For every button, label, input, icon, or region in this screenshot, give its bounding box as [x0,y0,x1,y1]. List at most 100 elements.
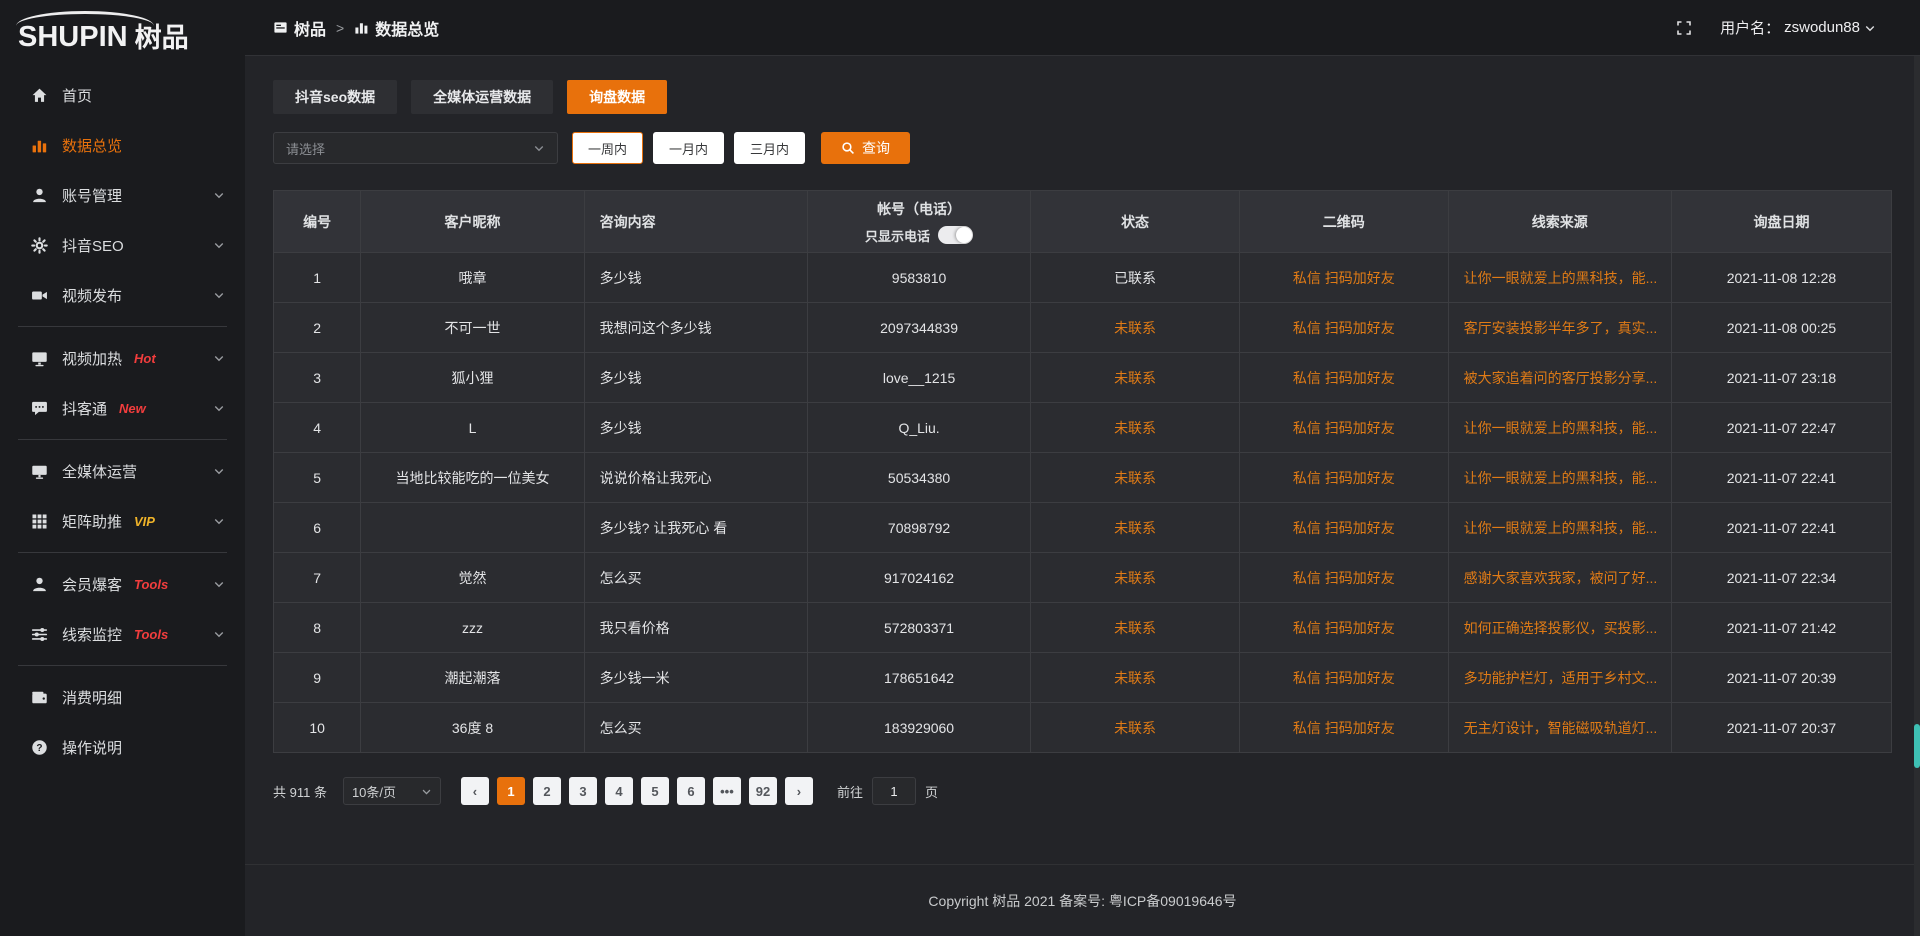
sidebar-item-label: 线索监控 [62,624,122,645]
sidebar-item-spending-details[interactable]: 消费明细 [0,672,245,722]
scrollbar-track[interactable] [1914,56,1920,936]
cell-account: love__1215 [807,353,1030,403]
source-link[interactable]: 让你一眼就爱上的黑科技，能... [1448,453,1671,503]
cell-content: 我只看价格 [584,603,807,653]
qr-links[interactable]: 私信 扫码加好友 [1239,653,1448,703]
sidebar-item-label: 会员爆客 [62,574,122,595]
qr-links[interactable]: 私信 扫码加好友 [1239,303,1448,353]
app: SHUPIN 树品 首页 数据总览 账号管理 [0,0,1920,936]
cell-content: 怎么买 [584,703,807,753]
source-link[interactable]: 被大家追着问的客厅投影分享... [1448,353,1671,403]
sidebar-item-douyin-seo[interactable]: 抖音SEO [0,220,245,270]
cell-date: 2021-11-07 20:39 [1671,653,1891,703]
sidebar-item-omnimedia[interactable]: 全媒体运营 [0,446,245,496]
sidebar-item-home[interactable]: 首页 [0,70,245,120]
more-pages-button[interactable]: ••• [713,777,741,805]
qr-links[interactable]: 私信 扫码加好友 [1239,403,1448,453]
board-icon [273,20,288,35]
source-link[interactable]: 让你一眼就爱上的黑科技，能... [1448,253,1671,303]
qr-links[interactable]: 私信 扫码加好友 [1239,453,1448,503]
qr-links[interactable]: 私信 扫码加好友 [1239,703,1448,753]
source-link[interactable]: 让你一眼就爱上的黑科技，能... [1448,403,1671,453]
page-button-2[interactable]: 2 [533,777,561,805]
search-button-label: 查询 [862,138,890,158]
sidebar-item-account-management[interactable]: 账号管理 [0,170,245,220]
user-icon [30,186,48,204]
sidebar-item-matrix-boost[interactable]: 矩阵助推 VIP [0,496,245,546]
period-one-week-button[interactable]: 一周内 [572,132,643,164]
qr-links[interactable]: 私信 扫码加好友 [1239,503,1448,553]
cell-date: 2021-11-08 12:28 [1671,253,1891,303]
filter-select[interactable]: 请选择 [273,132,558,164]
col-status: 状态 [1031,191,1240,253]
home-icon [30,86,48,104]
table-header-row: 编号 客户昵称 咨询内容 帐号（电话） 只显示电话 状态 [274,191,1892,253]
table-row: 1 哦章 多少钱 9583810 已联系 私信 扫码加好友 让你一眼就爱上的黑科… [274,253,1892,303]
period-one-month-button[interactable]: 一月内 [653,132,724,164]
cell-content: 说说价格让我死心 [584,453,807,503]
col-source: 线索来源 [1448,191,1671,253]
breadcrumb-label: 数据总览 [375,16,439,40]
status-badge: 未联系 [1031,603,1240,653]
qr-links[interactable]: 私信 扫码加好友 [1239,553,1448,603]
period-three-months-button[interactable]: 三月内 [734,132,805,164]
table-row: 9 潮起潮落 多少钱一米 178651642 未联系 私信 扫码加好友 多功能护… [274,653,1892,703]
filter-bar: 请选择 一周内 一月内 三月内 查询 [273,132,1892,164]
sidebar-item-douketong[interactable]: 抖客通 New [0,383,245,433]
sidebar-item-lead-monitor[interactable]: 线索监控 Tools [0,609,245,659]
phone-only-toggle[interactable] [938,226,973,244]
chevron-down-icon [213,465,225,477]
page-size-select[interactable]: 10条/页 [343,777,441,805]
breadcrumb-home[interactable]: 树品 [273,16,326,40]
col-date: 询盘日期 [1671,191,1891,253]
sidebar-item-video-publish[interactable]: 视频发布 [0,270,245,320]
username-dropdown[interactable]: 用户名： zswodun88 [1720,17,1876,38]
screen-icon [30,349,48,367]
sidebar-divider [18,665,227,666]
inquiry-table: 编号 客户昵称 咨询内容 帐号（电话） 只显示电话 状态 [273,190,1892,753]
cell-content: 我想问这个多少钱 [584,303,807,353]
page-button-92[interactable]: 92 [749,777,777,805]
goto-label: 前往 [837,782,863,801]
source-link[interactable]: 让你一眼就爱上的黑科技，能... [1448,503,1671,553]
cell-date: 2021-11-07 22:34 [1671,553,1891,603]
hot-badge: Hot [134,351,156,366]
breadcrumb-separator: > [336,20,344,36]
page-button-6[interactable]: 6 [677,777,705,805]
qr-links[interactable]: 私信 扫码加好友 [1239,253,1448,303]
source-link[interactable]: 客厅安装投影半年多了，真实... [1448,303,1671,353]
sidebar-item-instructions[interactable]: ? 操作说明 [0,722,245,772]
tab-douyin-seo-data[interactable]: 抖音seo数据 [273,80,397,114]
cell-id: 6 [274,503,361,553]
cell-account: 50534380 [807,453,1030,503]
search-button[interactable]: 查询 [821,132,910,164]
sidebar-item-label: 消费明细 [62,687,122,708]
table-row: 10 36度 8 怎么买 183929060 未联系 私信 扫码加好友 无主灯设… [274,703,1892,753]
tab-inquiry-data[interactable]: 询盘数据 [567,80,667,114]
cell-date: 2021-11-07 22:41 [1671,503,1891,553]
breadcrumb-current[interactable]: 数据总览 [354,16,439,40]
source-link[interactable]: 如何正确选择投影仪，买投影... [1448,603,1671,653]
source-link[interactable]: 感谢大家喜欢我家，被问了好... [1448,553,1671,603]
page-button-1[interactable]: 1 [497,777,525,805]
sidebar-item-video-heating[interactable]: 视频加热 Hot [0,333,245,383]
qr-links[interactable]: 私信 扫码加好友 [1239,353,1448,403]
tab-omnimedia-data[interactable]: 全媒体运营数据 [411,80,553,114]
col-id: 编号 [274,191,361,253]
sidebar-item-data-overview[interactable]: 数据总览 [0,120,245,170]
scrollbar-thumb[interactable] [1914,724,1920,768]
username-label: 用户名： [1720,17,1780,38]
source-link[interactable]: 无主灯设计，智能磁吸轨道灯... [1448,703,1671,753]
status-badge: 未联系 [1031,403,1240,453]
source-link[interactable]: 多功能护栏灯，适用于乡村文... [1448,653,1671,703]
goto-page-input[interactable] [872,777,916,805]
sidebar-item-member-burst[interactable]: 会员爆客 Tools [0,559,245,609]
page-button-4[interactable]: 4 [605,777,633,805]
fullscreen-icon[interactable] [1676,20,1692,36]
page-button-5[interactable]: 5 [641,777,669,805]
chevron-down-icon [213,402,225,414]
page-button-3[interactable]: 3 [569,777,597,805]
next-page-button[interactable]: › [785,777,813,805]
prev-page-button[interactable]: ‹ [461,777,489,805]
qr-links[interactable]: 私信 扫码加好友 [1239,603,1448,653]
